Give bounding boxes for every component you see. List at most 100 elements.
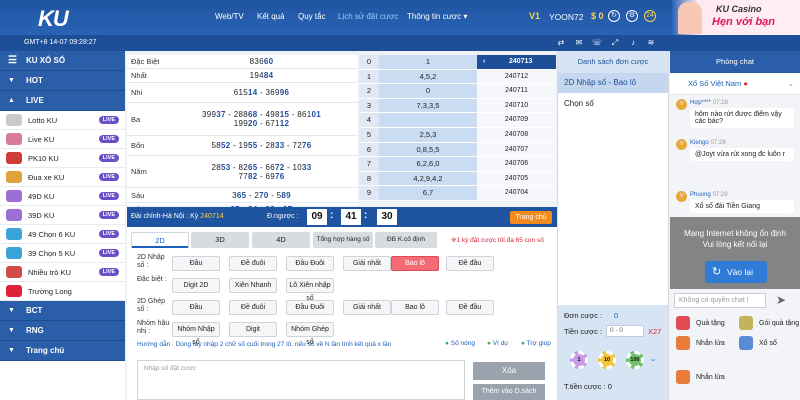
bet-type-button[interactable]: Đầu Đuôi — [286, 256, 334, 271]
top-nav-bar: KU Web/TV Kết quả Quy tắc Lịch sử đặt cư… — [0, 0, 800, 35]
sidebar-title[interactable]: ☰ KU XỔ SỐ — [0, 51, 125, 71]
bet-number-input[interactable]: Nhập số đặt cược — [137, 360, 465, 400]
live-badge: LIVE — [98, 154, 119, 162]
tab-tong-hop[interactable]: Tổng hợp hàng số — [313, 232, 373, 248]
plus-icon: ● — [487, 340, 491, 347]
sidebar-item[interactable]: 39 Chọn 5 KU LIVE — [0, 244, 125, 263]
promo-banner[interactable]: KU Casino Hẹn với bạn — [672, 0, 800, 35]
lottery-button[interactable]: Xổ số — [739, 336, 777, 352]
chevron-left-icon[interactable]: ‹ — [477, 55, 485, 69]
room-name: Xổ Số Việt Nam — [688, 79, 742, 88]
gift-pack-button[interactable]: Gói quà tặng — [739, 316, 799, 332]
bet-type-button[interactable]: Đầu — [172, 300, 220, 315]
result-prefix: - 10 — [284, 162, 303, 172]
bet-type-button[interactable]: Xiên Nhanh — [229, 278, 277, 293]
chevron-down-icon: ▼ — [8, 77, 15, 84]
bet-type-button[interactable]: Đề đuôi — [229, 300, 277, 315]
sound-icon[interactable]: ♪ — [628, 38, 638, 48]
add-to-list-button[interactable]: Thêm vào D.sách — [473, 384, 545, 400]
overlay-line2: Vui lòng kết nối lại — [702, 240, 768, 249]
bet-type-button[interactable]: Giải nhất — [343, 256, 391, 271]
chat-bubble-icon[interactable]: ✉ — [574, 38, 584, 48]
example-link[interactable]: ● Ví dụ — [487, 340, 508, 347]
bet-type-button[interactable]: Bao lô — [391, 300, 439, 315]
sidebar-section-home[interactable]: ▼ Trang chủ — [0, 341, 125, 361]
sidebar-item[interactable]: 49D KU LIVE — [0, 187, 125, 206]
sidebar-item[interactable]: 39D KU LIVE — [0, 206, 125, 225]
sidebar-item-label: Đua xe KU — [28, 172, 65, 182]
sidebar-section-label: RNG — [26, 326, 44, 335]
tab-2d[interactable]: 2D — [131, 232, 189, 248]
username[interactable]: YOON72 — [549, 12, 584, 22]
sidebar-section-bct[interactable]: ▼ BCT — [0, 301, 125, 321]
order-header: Danh sách đơn cược — [558, 51, 668, 73]
bet-type-button[interactable]: Đề đầu — [446, 256, 494, 271]
24h-icon[interactable]: 24 — [644, 10, 656, 22]
bet-type-button[interactable]: Đầu — [172, 256, 220, 271]
bet-type-button[interactable]: Digit — [229, 322, 277, 337]
chat-input[interactable]: Không có quyền chat ! — [674, 293, 766, 308]
sidebar-item[interactable]: Trường Long — [0, 282, 125, 301]
tab-3d[interactable]: 3D — [191, 232, 249, 248]
bet-type-button[interactable]: Nhóm Ghép số — [286, 322, 334, 346]
bet-type-button[interactable]: Nhóm Nhập số — [172, 322, 220, 346]
result-prefix: - 498 — [257, 110, 280, 119]
sidebar-section-label: LIVE — [26, 96, 44, 105]
bet-type-button[interactable]: Bao lô — [391, 256, 439, 271]
stake-input[interactable]: 0 - 0 — [606, 325, 644, 337]
bet-type-button[interactable]: Giải nhất — [343, 300, 391, 315]
sidebar-item[interactable]: Live KU LIVE — [0, 130, 125, 149]
tail-digits: 7,3,3,5 — [379, 98, 477, 113]
expand-icon[interactable]: ⤢ — [610, 38, 620, 48]
period-header[interactable]: ‹ 240713 — [477, 55, 556, 69]
result-prefix: - 72 — [284, 141, 303, 150]
sidebar-section-hot[interactable]: ▼ HOT — [0, 71, 125, 91]
bet-type-button[interactable]: Đề đuôi — [229, 256, 277, 271]
chat-room-selector[interactable]: Xổ Số Việt Nam ● ⌄ — [670, 73, 800, 95]
nav-ket-qua[interactable]: Kết quả — [257, 12, 285, 21]
bet-type-button[interactable]: Digit 2D — [172, 278, 220, 293]
gift-button[interactable]: Quà tặng — [676, 316, 725, 332]
ku-logo[interactable]: KU — [38, 6, 69, 32]
bet-type-button[interactable]: Đầu Đuôi — [286, 300, 334, 315]
order-type-tab[interactable]: 2D Nhập số - Bao lô — [558, 73, 668, 93]
phone-icon[interactable]: ☏ — [592, 38, 602, 48]
reconnect-button[interactable]: ↻ Vào lại — [705, 261, 767, 283]
hot-numbers-link[interactable]: ● Số nóng — [445, 340, 475, 347]
delete-button[interactable]: Xóa — [473, 362, 545, 380]
fire-button[interactable]: Nhắn lửa — [676, 370, 725, 386]
home-button[interactable]: Trang chủ — [510, 211, 552, 224]
tab-4d[interactable]: 4D — [252, 232, 310, 248]
sidebar-item[interactable]: PK10 KU LIVE — [0, 149, 125, 168]
chip-1[interactable]: 1 — [570, 351, 588, 369]
bet-type-button[interactable]: Đề đầu — [446, 300, 494, 315]
game-icon — [6, 209, 22, 221]
help-link[interactable]: ● Trợ giúp — [521, 340, 551, 347]
result-suffix: 70 — [259, 190, 269, 200]
tab-db-co-dinh[interactable]: ĐB K.cố định — [375, 232, 437, 248]
result-prefix: - 288 — [225, 110, 248, 119]
bet-type-button[interactable]: Lô Xiên nhập số — [286, 278, 334, 302]
menu-icon[interactable]: ☰ — [8, 55, 18, 66]
nav-lich-su-dat-cuoc[interactable]: Lịch sử đặt cược — [338, 12, 398, 21]
chip-10[interactable]: 10 — [598, 351, 616, 369]
sidebar-item[interactable]: 49 Chọn 6 KU LIVE — [0, 225, 125, 244]
period-cell: 240709 — [477, 113, 556, 127]
refresh-icon[interactable]: ↻ — [608, 10, 620, 22]
chevron-down-icon[interactable]: ⌄ — [650, 354, 656, 363]
nav-quy-tac[interactable]: Quy tắc — [298, 12, 326, 21]
fire-button[interactable]: Nhắn lửa — [676, 336, 725, 352]
sidebar-section-live[interactable]: ▲ LIVE — [0, 91, 125, 111]
send-icon[interactable]: ➤ — [770, 292, 792, 309]
settings-icon[interactable]: ⚙ — [626, 10, 638, 22]
share-icon[interactable]: ⇄ — [556, 38, 566, 48]
result-prefix: 194 — [249, 71, 264, 80]
sidebar-item[interactable]: Đua xe KU LIVE — [0, 168, 125, 187]
nav-webtv[interactable]: Web/TV — [215, 12, 244, 21]
nav-thong-tin-cuoc[interactable]: Thông tin cược ▾ — [407, 12, 467, 21]
prize-label: Nhất — [131, 71, 147, 80]
chip-100[interactable]: 100 — [626, 351, 644, 369]
sidebar-item[interactable]: Lotto KU LIVE — [0, 111, 125, 130]
sidebar-item[interactable]: Nhiều trò KU LIVE — [0, 263, 125, 282]
sidebar-section-rng[interactable]: ▼ RNG — [0, 321, 125, 341]
